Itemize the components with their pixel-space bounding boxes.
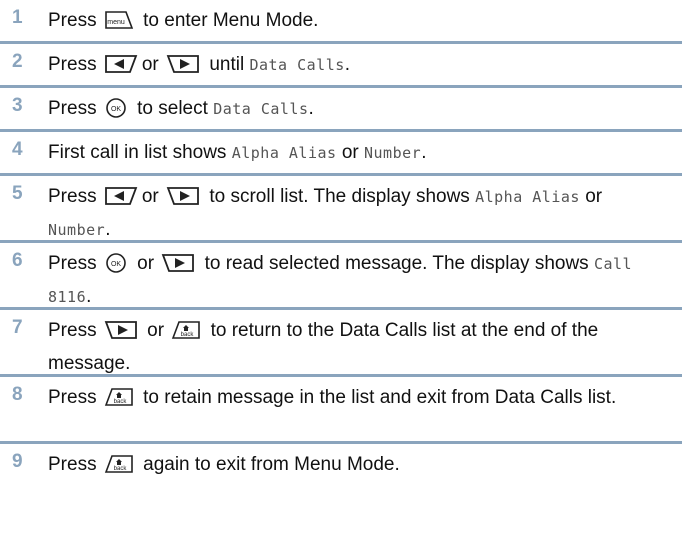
svg-text:back: back: [114, 399, 128, 405]
step-text-run: or: [336, 142, 364, 163]
step-text-run: Press: [48, 98, 102, 119]
step-text-run: or: [141, 54, 165, 75]
display-text: Data Calls: [213, 100, 309, 118]
step-9: 9 Press back again to exit from Menu Mode…: [0, 444, 682, 488]
step-4: 4 First call in list shows Alpha Alias or…: [0, 132, 682, 176]
step-text-run: Press: [48, 54, 102, 75]
right-softkey-icon: [166, 53, 200, 84]
step-text: Press menu to enter Menu Mode.: [48, 7, 668, 40]
step-text: Press or until Data Calls.: [48, 51, 668, 84]
step-text-run: to scroll list. The display shows: [204, 186, 476, 207]
left-softkey-icon: [104, 185, 138, 216]
right-softkey-icon: [161, 252, 195, 283]
step-text-run: Press: [48, 320, 102, 341]
step-text-run: to read selected message. The display sh…: [199, 253, 594, 274]
step-text: Press back again to exit from Menu Mode.: [48, 451, 668, 484]
step-text-run: or: [131, 253, 160, 274]
step-text-run: Press: [48, 454, 102, 475]
step-text-run: Press: [48, 10, 102, 31]
step-text-run: First call in list shows: [48, 142, 232, 163]
step-text: First call in list shows Alpha Alias or …: [48, 139, 668, 167]
display-text: Number: [364, 144, 422, 162]
step-text: Press or to scroll list. The display sho…: [48, 183, 668, 244]
step-text-run: again to exit from Menu Mode.: [137, 454, 400, 475]
svg-text:back: back: [181, 332, 195, 338]
step-number: 6: [12, 250, 23, 271]
step-text: Press or back to return to the Data Call…: [48, 317, 668, 378]
step-number: 1: [12, 7, 23, 28]
step-2: 2 Press or until Data Calls.: [0, 44, 682, 88]
back-key-icon: back: [171, 319, 201, 350]
step-text-run: to retain message in the list and exit f…: [137, 387, 617, 408]
step-7: 7 Press or back to return to the Data Cal…: [0, 310, 682, 377]
display-text: Alpha Alias: [475, 188, 580, 206]
step-number: 5: [12, 183, 23, 204]
svg-text:back: back: [114, 466, 128, 472]
step-number: 9: [12, 451, 23, 472]
right-softkey-icon: [104, 319, 138, 350]
step-text-run: .: [105, 219, 111, 240]
svg-text:OK: OK: [111, 261, 121, 268]
step-text-run: .: [344, 54, 351, 75]
ok-key-icon: OK: [104, 97, 128, 128]
step-6: 6 Press OK or to read selected message. T…: [0, 243, 682, 310]
step-text-run: or: [141, 320, 170, 341]
step-text: Press OK or to read selected message. Th…: [48, 250, 668, 311]
right-softkey-icon: [166, 185, 200, 216]
step-text-run: or: [141, 186, 165, 207]
step-number: 3: [12, 95, 23, 116]
step-text-run: Press: [48, 387, 102, 408]
step-number: 8: [12, 384, 23, 405]
svg-text:menu: menu: [107, 19, 125, 26]
step-1: 1 Press menu to enter Menu Mode.: [0, 0, 682, 44]
left-softkey-icon: [104, 53, 138, 84]
step-text-run: until: [204, 54, 250, 75]
ok-key-icon: OK: [104, 252, 128, 283]
step-text-run: to select: [131, 98, 214, 119]
back-key-icon: back: [104, 453, 134, 484]
step-text-run: to enter Menu Mode.: [137, 10, 319, 31]
step-3: 3 Press OK to select Data Calls.: [0, 88, 682, 132]
svg-text:OK: OK: [111, 106, 121, 113]
step-text-run: Press: [48, 253, 102, 274]
step-5: 5 Press or to scroll list. The display sh…: [0, 176, 682, 243]
step-text-run: .: [86, 286, 92, 307]
step-number: 7: [12, 317, 23, 338]
step-text-run: or: [579, 186, 603, 207]
step-8: 8 Press back to retain message in the lis…: [0, 377, 682, 444]
step-text: Press OK to select Data Calls.: [48, 95, 668, 128]
display-text: Alpha Alias: [231, 144, 337, 162]
step-number: 4: [12, 139, 23, 160]
back-key-icon: back: [104, 386, 134, 417]
step-text-run: .: [421, 142, 427, 163]
step-text-run: .: [308, 98, 314, 119]
display-text: Number: [48, 221, 106, 239]
step-number: 2: [12, 51, 23, 72]
display-text: Data Calls: [249, 56, 345, 74]
step-text: Press back to retain message in the list…: [48, 384, 668, 417]
step-text-run: Press: [48, 186, 102, 207]
menu-key-icon: menu: [104, 9, 134, 40]
